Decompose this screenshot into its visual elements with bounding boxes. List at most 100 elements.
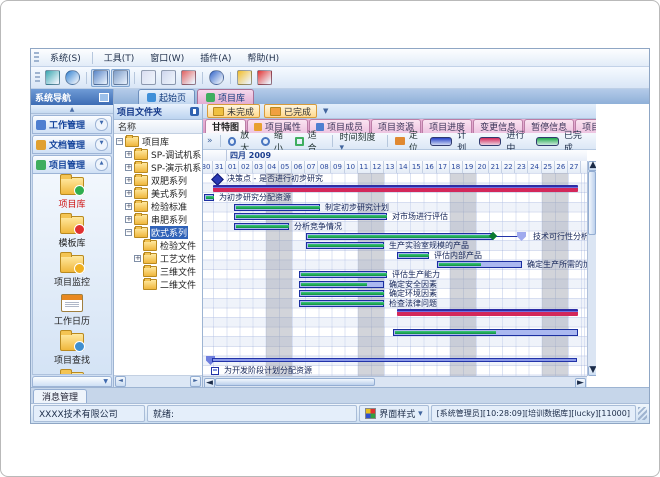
vscroll-thumb[interactable] [588,171,596,235]
gantt-body[interactable]: 决策点 - 是否进行初步研究为初步研究分配资源制定初步研究计划对市场进行评估分析… [203,173,587,376]
chevron-icon[interactable]: ▲ [95,158,108,171]
sidebar-collapse-strip[interactable]: ▲ [31,105,113,114]
task-bar-8[interactable] [397,252,429,259]
message-management-tab[interactable]: 消息管理 [33,389,87,403]
tree-item-美式系列[interactable]: +美式系列 [114,187,202,200]
help-button[interactable] [207,69,226,87]
collapse-icon[interactable]: − [116,138,123,145]
expand-icon[interactable]: + [134,255,141,262]
menu-item-1[interactable]: 工具(T) [96,50,143,65]
sidebar-item-模板库[interactable]: 模板库 [33,216,111,249]
tree-item-项目库[interactable]: −项目库 [114,135,202,148]
tree-item-检验文件[interactable]: 检验文件 [114,239,202,252]
expand-icon[interactable]: + [125,190,132,197]
zoom-in-icon[interactable] [228,137,237,146]
thin-bar-16[interactable] [212,358,577,362]
gantt-hscrollbar[interactable]: ◄ ► [203,376,587,387]
task-bar-6[interactable] [306,233,493,240]
filter-button-未完成[interactable]: 未完成 [207,104,260,118]
tree-item-二维文件[interactable]: 二维文件 [114,278,202,291]
scroll-right-icon[interactable]: ► [575,378,586,387]
menu-item-2[interactable]: 窗口(W) [142,50,192,65]
tree-item-欧式系列[interactable]: −欧式系列 [114,226,202,239]
scroll-left-icon[interactable]: ◄ [115,376,126,387]
scroll-down-icon[interactable]: ▼ [588,366,596,376]
scroll-up-icon[interactable]: ▲ [588,161,596,171]
task-bar-5[interactable] [234,223,289,230]
mail-delete-button[interactable] [179,69,198,87]
sidebar-item-项目查找[interactable]: 项目查找 [33,333,111,366]
pin-icon[interactable] [190,107,199,116]
assign-box-icon[interactable] [211,367,219,375]
summary-bar-14[interactable] [397,309,578,316]
resize-grip[interactable] [638,407,647,420]
doc-tab-项目库[interactable]: 项目库 [197,89,254,104]
sidebar-bottom-group-sliver[interactable]: ▼ [32,376,112,387]
task-bar-3[interactable] [234,204,320,211]
tree-item-双肥系列[interactable]: +双肥系列 [114,174,202,187]
tree-item-SP-调试机系[interactable]: +SP-调试机系 [114,148,202,161]
globe-button[interactable] [63,69,82,87]
menu-item-3[interactable]: 插件(A) [192,50,239,65]
tree-hscrollbar[interactable]: ◄ ► [114,375,202,387]
expand-icon[interactable]: + [125,177,132,184]
folder-send-button[interactable] [111,69,130,87]
milestone-diamond[interactable] [211,173,224,186]
sidebar-item-项目库[interactable]: 项目库 [33,177,111,210]
gantt-vscrollbar[interactable]: ▲ ▼ [587,161,596,376]
hscroll-thumb[interactable] [215,378,375,386]
milestone-flag[interactable] [517,232,526,241]
lock-button[interactable] [235,69,254,87]
chevron-down-icon[interactable]: ▼ [323,107,328,115]
scroll-left-icon[interactable]: ◄ [204,378,215,387]
zoom-out-icon[interactable] [261,137,270,146]
sidebar-item-项目监控[interactable]: 项目监控 [33,255,111,288]
mail-button[interactable] [139,69,158,87]
task-bar-2[interactable] [204,194,214,201]
task-bar-15[interactable] [393,329,578,336]
power-button[interactable] [255,69,274,87]
chevron-icon[interactable]: ▼ [95,118,108,131]
summary-bar-1[interactable] [213,185,578,192]
expand-icon[interactable]: + [125,151,132,158]
task-bar-7[interactable] [306,242,384,249]
task-bar-12[interactable] [299,290,384,297]
mail-reply-button[interactable] [159,69,178,87]
tree-item-串肥系列[interactable]: +串肥系列 [114,213,202,226]
sidebar-window-icon[interactable] [99,93,109,102]
menu-item-0[interactable]: 系统(S) [42,50,89,65]
tree-item-检验标准[interactable]: +检验标准 [114,200,202,213]
toolbar-grip[interactable] [35,72,40,83]
task-bar-13[interactable] [299,300,384,307]
expand-icon[interactable]: + [125,164,132,171]
sidebar-group-文档管理[interactable]: 文档管理▼ [32,135,112,154]
tree-item-SP-演示机系[interactable]: +SP-演示机系 [114,161,202,174]
toolbar-overflow-chevron[interactable]: » [207,136,213,146]
ui-style-button[interactable]: 界面样式 ▾ [359,405,428,422]
folder-users-icon [60,372,84,375]
expand-icon[interactable]: + [125,216,132,223]
folder-open-button[interactable] [91,69,110,87]
chevron-icon[interactable]: ▼ [95,138,108,151]
menubar-grip[interactable] [34,52,39,63]
tree-item-工艺文件[interactable]: +工艺文件 [114,252,202,265]
sidebar-item-任务查找[interactable]: 任务查找 [33,372,111,375]
sidebar-group-项目管理[interactable]: 项目管理▲ [32,155,112,174]
filter-button-已完成[interactable]: 已完成 [264,104,317,118]
collapse-icon[interactable]: − [125,229,132,236]
scroll-right-icon[interactable]: ► [190,376,201,387]
task-bar-11[interactable] [299,281,384,288]
doc-tab-起始页[interactable]: 起始页 [138,89,195,104]
task-bar-10[interactable] [299,271,387,278]
locate-icon[interactable] [395,137,404,145]
tree-item-三维文件[interactable]: 三维文件 [114,265,202,278]
sidebar-group-工作管理[interactable]: 工作管理▼ [32,115,112,134]
sidebar-item-工作日历[interactable]: 工作日历 [33,294,111,327]
fit-icon[interactable] [295,137,304,146]
task-bar-4[interactable] [234,213,387,220]
menu-item-4[interactable]: 帮助(H) [239,50,287,65]
expand-icon[interactable]: + [125,203,132,210]
monitor-button[interactable] [43,69,62,87]
tree-column-header[interactable]: 名称 [114,120,202,134]
task-bar-9[interactable] [437,261,522,268]
